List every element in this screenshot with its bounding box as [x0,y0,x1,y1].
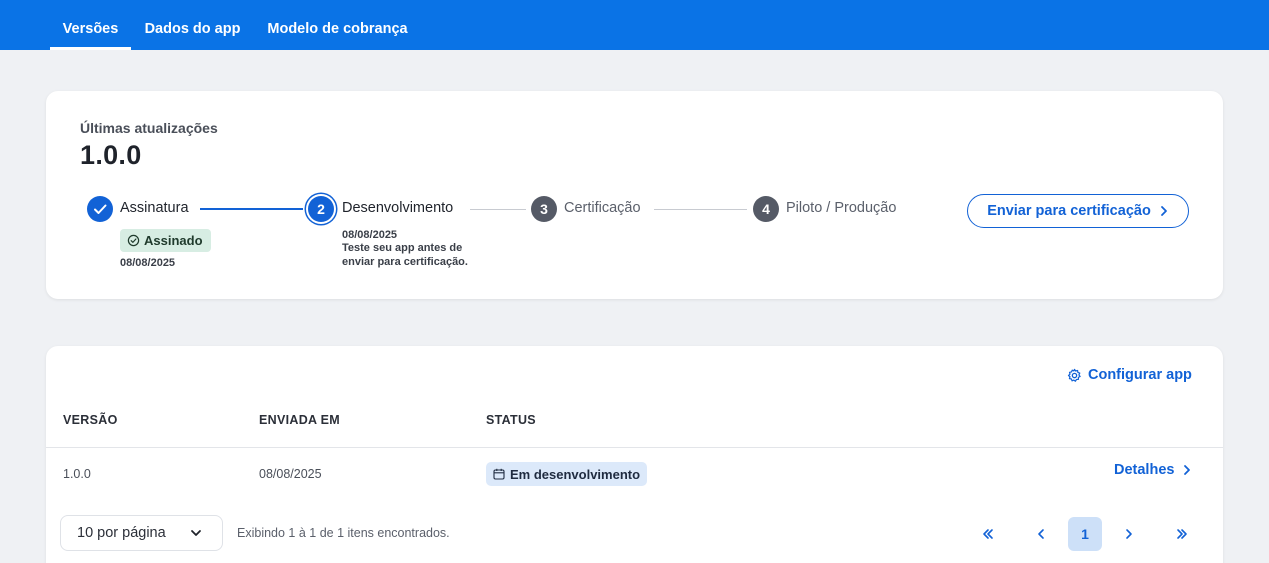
versions-card: Configurar app VERSÃO ENVIADA EM STATUS … [46,346,1223,563]
chevrons-right-icon [1177,529,1187,539]
send-to-certification-label: Enviar para certificação [987,203,1151,219]
details-label: Detalhes [1114,462,1175,478]
current-version: 1.0.0 [80,140,142,170]
tab-modelo-de-cobranca[interactable]: Modelo de cobrança [259,0,416,50]
page-button-current[interactable]: 1 [1068,517,1102,551]
chevron-right-icon [1126,529,1132,539]
signed-badge: Assinado [120,229,211,252]
step-3-circle: 3 [531,196,557,222]
step-2-date: 08/08/2025 [342,229,398,241]
step-2-description: Teste seu app antes de enviar para certi… [342,242,468,268]
status-badge: Em desenvolvimento [486,462,648,486]
chevron-down-icon [191,530,201,536]
signed-badge-label: Assinado [144,233,203,248]
items-count-text: Exibindo 1 à 1 de 1 itens encontrados. [237,526,450,540]
last-page-button[interactable] [1165,517,1199,551]
table-header-divider [46,447,1223,448]
step-4-circle: 4 [753,196,779,222]
previous-page-button[interactable] [1024,517,1058,551]
status-badge-label: Em desenvolvimento [510,466,641,482]
chevron-left-icon [1038,529,1044,539]
per-page-value: 10 por página [77,525,166,541]
step-2-circle: 2 [308,196,334,222]
step-connector-3 [654,209,747,210]
chevron-right-icon [1184,465,1191,475]
step-2-label: Desenvolvimento [342,200,454,216]
configure-app-label: Configurar app [1088,367,1192,383]
chevron-right-icon [1160,206,1167,216]
step-3-label: Certificação [564,200,641,216]
column-header-status: STATUS [486,413,536,427]
step-connector-2 [470,209,526,210]
step-1-date: 08/08/2025 [120,257,176,269]
gear-icon [1067,368,1081,382]
check-circle-icon [127,234,140,247]
step-1-check-icon [87,196,113,222]
per-page-select[interactable]: 10 por página [60,515,223,551]
step-4-label: Piloto / Produção [786,200,897,216]
updates-heading: Últimas atualizações [80,120,218,136]
next-page-button[interactable] [1112,517,1146,551]
column-header-sent-at: ENVIADA EM [259,413,341,427]
details-link[interactable]: Detalhes [1114,462,1192,478]
step-1-label: Assinatura [120,200,189,216]
first-page-button[interactable] [971,517,1005,551]
updates-card: Últimas atualizações 1.0.0 Assinatura As… [46,91,1223,299]
step-connector-1 [200,208,303,210]
cell-sent-at: 08/08/2025 [259,467,322,481]
tab-versoes[interactable]: Versões [50,0,131,50]
chevrons-left-icon [983,529,993,539]
cell-version: 1.0.0 [63,467,91,481]
send-to-certification-button[interactable]: Enviar para certificação [967,194,1189,228]
configure-app-link[interactable]: Configurar app [1067,367,1192,383]
tab-dados-do-app[interactable]: Dados do app [138,0,247,50]
column-header-version: VERSÃO [63,413,118,427]
top-navigation: Versões Dados do app Modelo de cobrança [0,0,1269,50]
calendar-icon [493,468,505,480]
